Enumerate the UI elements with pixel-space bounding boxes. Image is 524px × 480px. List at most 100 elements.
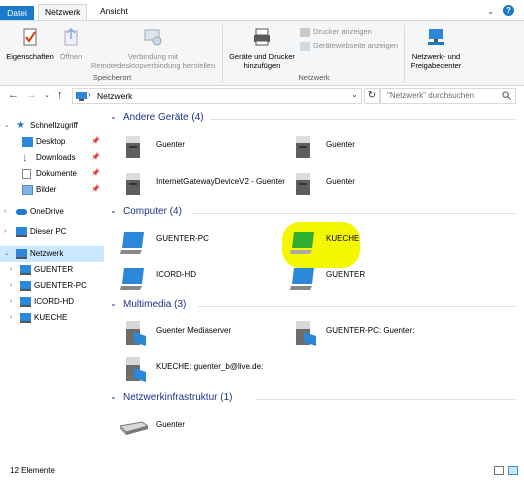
- list-item[interactable]: KUECHE: [290, 224, 460, 258]
- sidebar-item-onedrive[interactable]: › OneDrive: [0, 204, 104, 220]
- item-count: 12 Elemente: [10, 466, 55, 475]
- file-list: ⌄ Andere Geräte (4) Guenter Guenter Inte…: [106, 108, 524, 463]
- chevron-down-icon[interactable]: ⌄: [110, 392, 117, 401]
- sidebar-item-label: ICORD-HD: [34, 297, 74, 306]
- list-item[interactable]: InternetGatewayDeviceV2 - Guenter: [120, 167, 290, 201]
- search-input[interactable]: "Netzwerk" durchsuchen: [380, 88, 516, 104]
- list-item[interactable]: Guenter: [290, 130, 460, 164]
- chevron-down-icon[interactable]: ⌄: [110, 112, 117, 121]
- help-icon[interactable]: ?: [503, 5, 514, 16]
- forward-button[interactable]: →: [26, 89, 37, 101]
- open-label: Öffnen: [59, 52, 83, 61]
- refresh-button[interactable]: ↻: [364, 88, 380, 104]
- item-label: Guenter: [156, 140, 185, 149]
- chevron-down-icon[interactable]: ⌄: [110, 299, 117, 308]
- group-header-multimedia[interactable]: ⌄ Multimedia (3): [110, 299, 516, 313]
- add-devices-label-2: hinzufügen: [243, 61, 281, 70]
- list-item[interactable]: GUENTER-PC: [120, 224, 290, 258]
- sidebar-item-label: Bilder: [36, 185, 57, 194]
- item-label: Guenter Mediaserver: [156, 326, 232, 335]
- group-header-infrastructure[interactable]: ⌄ Netzwerkinfrastruktur (1): [110, 392, 516, 406]
- navigation-bar: ← → ⌄ ↑ › Netzwerk ⌄ ↻ "Netzwerk" durchs…: [0, 86, 524, 106]
- sidebar-item-pictures[interactable]: Bilder 📌: [0, 182, 104, 198]
- star-icon: ★: [16, 120, 25, 131]
- sidebar-item-label: Dokumente: [36, 169, 77, 178]
- list-item[interactable]: Guenter Mediaserver: [120, 316, 290, 350]
- sidebar-item-quick-access[interactable]: ⌄ ★ Schnellzugriff: [0, 118, 104, 134]
- chevron-down-icon[interactable]: ⌄: [351, 90, 358, 99]
- search-placeholder: "Netzwerk" durchsuchen: [387, 91, 475, 100]
- computer-icon: [120, 268, 144, 290]
- network-center-button[interactable]: Netzwerk- und Freigabecenter: [406, 27, 466, 70]
- properties-icon: [23, 28, 37, 46]
- up-button[interactable]: ↑: [57, 89, 63, 101]
- sidebar-item-icord-hd[interactable]: › ICORD-HD: [0, 294, 104, 310]
- chevron-down-icon[interactable]: ⌄: [110, 206, 117, 215]
- list-item[interactable]: GUENTER: [290, 260, 460, 294]
- tab-file[interactable]: Datei: [0, 6, 34, 20]
- group-divider: [198, 306, 516, 307]
- sidebar-item-label: GUENTER-PC: [34, 281, 87, 290]
- breadcrumb[interactable]: Netzwerk: [97, 91, 132, 101]
- sidebar-item-downloads[interactable]: ↓ Downloads 📌: [0, 150, 104, 166]
- tiles-view-icon[interactable]: [508, 466, 518, 475]
- properties-button[interactable]: Eigenschaften: [4, 27, 56, 61]
- printer-small-icon: [300, 27, 310, 37]
- group-divider: [210, 119, 516, 120]
- show-printers-button[interactable]: Drucker anzeigen: [300, 27, 372, 37]
- pin-icon[interactable]: 📌: [91, 150, 100, 166]
- sidebar-item-guenter[interactable]: › GUENTER: [0, 262, 104, 278]
- list-item[interactable]: KUECHE: guenter_b@live.de:: [120, 352, 290, 386]
- back-button[interactable]: ←: [8, 89, 19, 101]
- sidebar-item-guenter-pc[interactable]: › GUENTER-PC: [0, 278, 104, 294]
- chevron-right-icon[interactable]: ›: [4, 224, 6, 240]
- network-center-label-2: Freigabecenter: [410, 61, 462, 70]
- tab-view[interactable]: Ansicht: [94, 4, 134, 20]
- group-header-other-devices[interactable]: ⌄ Andere Geräte (4): [110, 112, 516, 126]
- list-item[interactable]: ICORD-HD: [120, 260, 290, 294]
- network-icon: [76, 92, 87, 101]
- computer-icon: [16, 227, 27, 237]
- remote-desktop-label-1: Verbindung mit: [127, 52, 179, 61]
- navigation-pane: ⌄ ★ Schnellzugriff Desktop 📌 ↓ Downloads…: [0, 112, 104, 462]
- address-bar[interactable]: › Netzwerk ⌄: [72, 88, 362, 104]
- add-devices-button[interactable]: Geräte und Drucker hinzufügen: [224, 27, 300, 70]
- sidebar-item-documents[interactable]: Dokumente 📌: [0, 166, 104, 182]
- chevron-right-icon[interactable]: ›: [10, 310, 12, 326]
- chevron-right-icon[interactable]: ›: [10, 294, 12, 310]
- pictures-icon: [22, 185, 33, 195]
- open-button[interactable]: Öffnen: [56, 27, 86, 61]
- computer-icon: [20, 281, 31, 291]
- pin-icon[interactable]: 📌: [91, 134, 100, 150]
- chevron-right-icon[interactable]: ›: [10, 262, 12, 278]
- details-view-icon[interactable]: [494, 466, 504, 475]
- document-icon: [22, 169, 31, 179]
- remote-desktop-button[interactable]: Verbindung mit Remotedesktopverbindung h…: [86, 27, 220, 70]
- status-bar: 12 Elemente: [0, 462, 524, 480]
- sidebar-item-desktop[interactable]: Desktop 📌: [0, 134, 104, 150]
- sidebar-item-this-pc[interactable]: › Dieser PC: [0, 224, 104, 240]
- network-center-label-1: Netzwerk- und: [411, 52, 461, 61]
- item-label: Guenter: [156, 420, 185, 429]
- tab-network[interactable]: Netzwerk: [38, 4, 88, 21]
- chevron-right-icon[interactable]: ›: [10, 278, 12, 294]
- list-item[interactable]: Guenter: [290, 167, 460, 201]
- sidebar-item-label: Downloads: [36, 153, 76, 162]
- chevron-down-icon[interactable]: ⌄: [487, 7, 494, 16]
- list-item[interactable]: GUENTER-PC: Guenter:: [290, 316, 460, 350]
- group-divider: [192, 213, 516, 214]
- pin-icon[interactable]: 📌: [91, 166, 100, 182]
- sidebar-item-label: GUENTER: [34, 265, 74, 274]
- item-label: Guenter: [326, 177, 355, 186]
- chevron-down-icon[interactable]: ⌄: [4, 246, 10, 262]
- list-item[interactable]: Guenter: [120, 410, 290, 444]
- show-device-web-button[interactable]: Gerätewebseite anzeigen: [300, 41, 398, 51]
- list-item[interactable]: Guenter: [120, 130, 290, 164]
- sidebar-item-kueche[interactable]: › KUECHE: [0, 310, 104, 326]
- recent-locations-button[interactable]: ⌄: [44, 91, 50, 99]
- chevron-right-icon[interactable]: ›: [4, 204, 6, 220]
- chevron-down-icon[interactable]: ⌄: [4, 118, 10, 134]
- sidebar-item-network[interactable]: ⌄ Netzwerk: [0, 246, 104, 262]
- pin-icon[interactable]: 📌: [91, 182, 100, 198]
- group-header-computer[interactable]: ⌄ Computer (4): [110, 206, 516, 220]
